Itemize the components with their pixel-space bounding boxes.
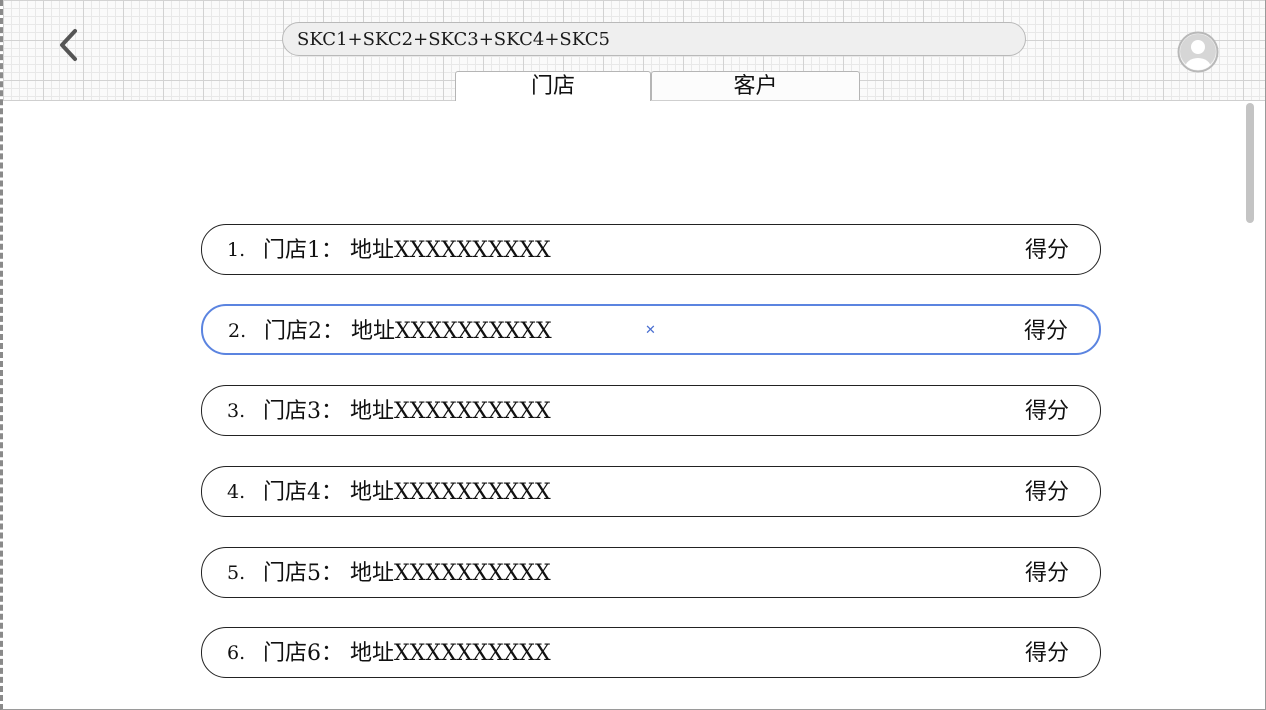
row-index: 4. bbox=[227, 481, 246, 503]
vertical-scrollbar[interactable] bbox=[1246, 103, 1254, 223]
chevron-left-icon bbox=[60, 29, 77, 61]
store-row-6[interactable]: 6. 门店6： 地址XXXXXXXXXX 得分 bbox=[201, 627, 1101, 678]
store-name-address: 门店2： 地址XXXXXXXXXX bbox=[264, 319, 552, 344]
row-index: 3. bbox=[227, 400, 246, 422]
store-score: 得分 bbox=[1024, 399, 1069, 424]
back-button[interactable] bbox=[53, 26, 85, 64]
store-name-address: 门店3： 地址XXXXXXXXXX bbox=[263, 399, 551, 424]
store-name-address: 门店4： 地址XXXXXXXXXX bbox=[263, 480, 551, 505]
search-input[interactable] bbox=[282, 22, 1026, 56]
store-row-1[interactable]: 1. 门店1： 地址XXXXXXXXXX 得分 bbox=[201, 224, 1101, 275]
row-index: 2. bbox=[228, 320, 247, 342]
tab-customers[interactable]: 客户 bbox=[651, 71, 860, 100]
store-score: 得分 bbox=[1024, 480, 1069, 505]
row-index: 6. bbox=[227, 642, 246, 664]
close-icon[interactable]: ✕ bbox=[645, 323, 656, 338]
tab-stores[interactable]: 门店 bbox=[455, 71, 651, 101]
store-score: 得分 bbox=[1024, 561, 1069, 586]
store-name-address: 门店6： 地址XXXXXXXXXX bbox=[263, 641, 551, 666]
tab-bar: 门店 客户 bbox=[455, 71, 860, 101]
store-row-3[interactable]: 3. 门店3： 地址XXXXXXXXXX 得分 bbox=[201, 385, 1101, 436]
store-row-5[interactable]: 5. 门店5： 地址XXXXXXXXXX 得分 bbox=[201, 547, 1101, 598]
store-row-4[interactable]: 4. 门店4： 地址XXXXXXXXXX 得分 bbox=[201, 466, 1101, 517]
store-name-address: 门店1： 地址XXXXXXXXXX bbox=[263, 238, 551, 263]
header-bar: 门店 客户 bbox=[3, 0, 1265, 101]
user-avatar-icon bbox=[1177, 31, 1219, 73]
store-name-address: 门店5： 地址XXXXXXXXXX bbox=[263, 561, 551, 586]
store-score: 得分 bbox=[1024, 641, 1069, 666]
window-frame bbox=[0, 0, 1266, 710]
store-score: 得分 bbox=[1023, 319, 1068, 344]
row-index: 5. bbox=[227, 562, 246, 584]
store-score: 得分 bbox=[1024, 238, 1069, 263]
row-index: 1. bbox=[227, 239, 246, 261]
store-row-2[interactable]: 2. 门店2： 地址XXXXXXXXXX ✕ 得分 bbox=[201, 304, 1101, 355]
avatar[interactable] bbox=[1177, 31, 1219, 73]
